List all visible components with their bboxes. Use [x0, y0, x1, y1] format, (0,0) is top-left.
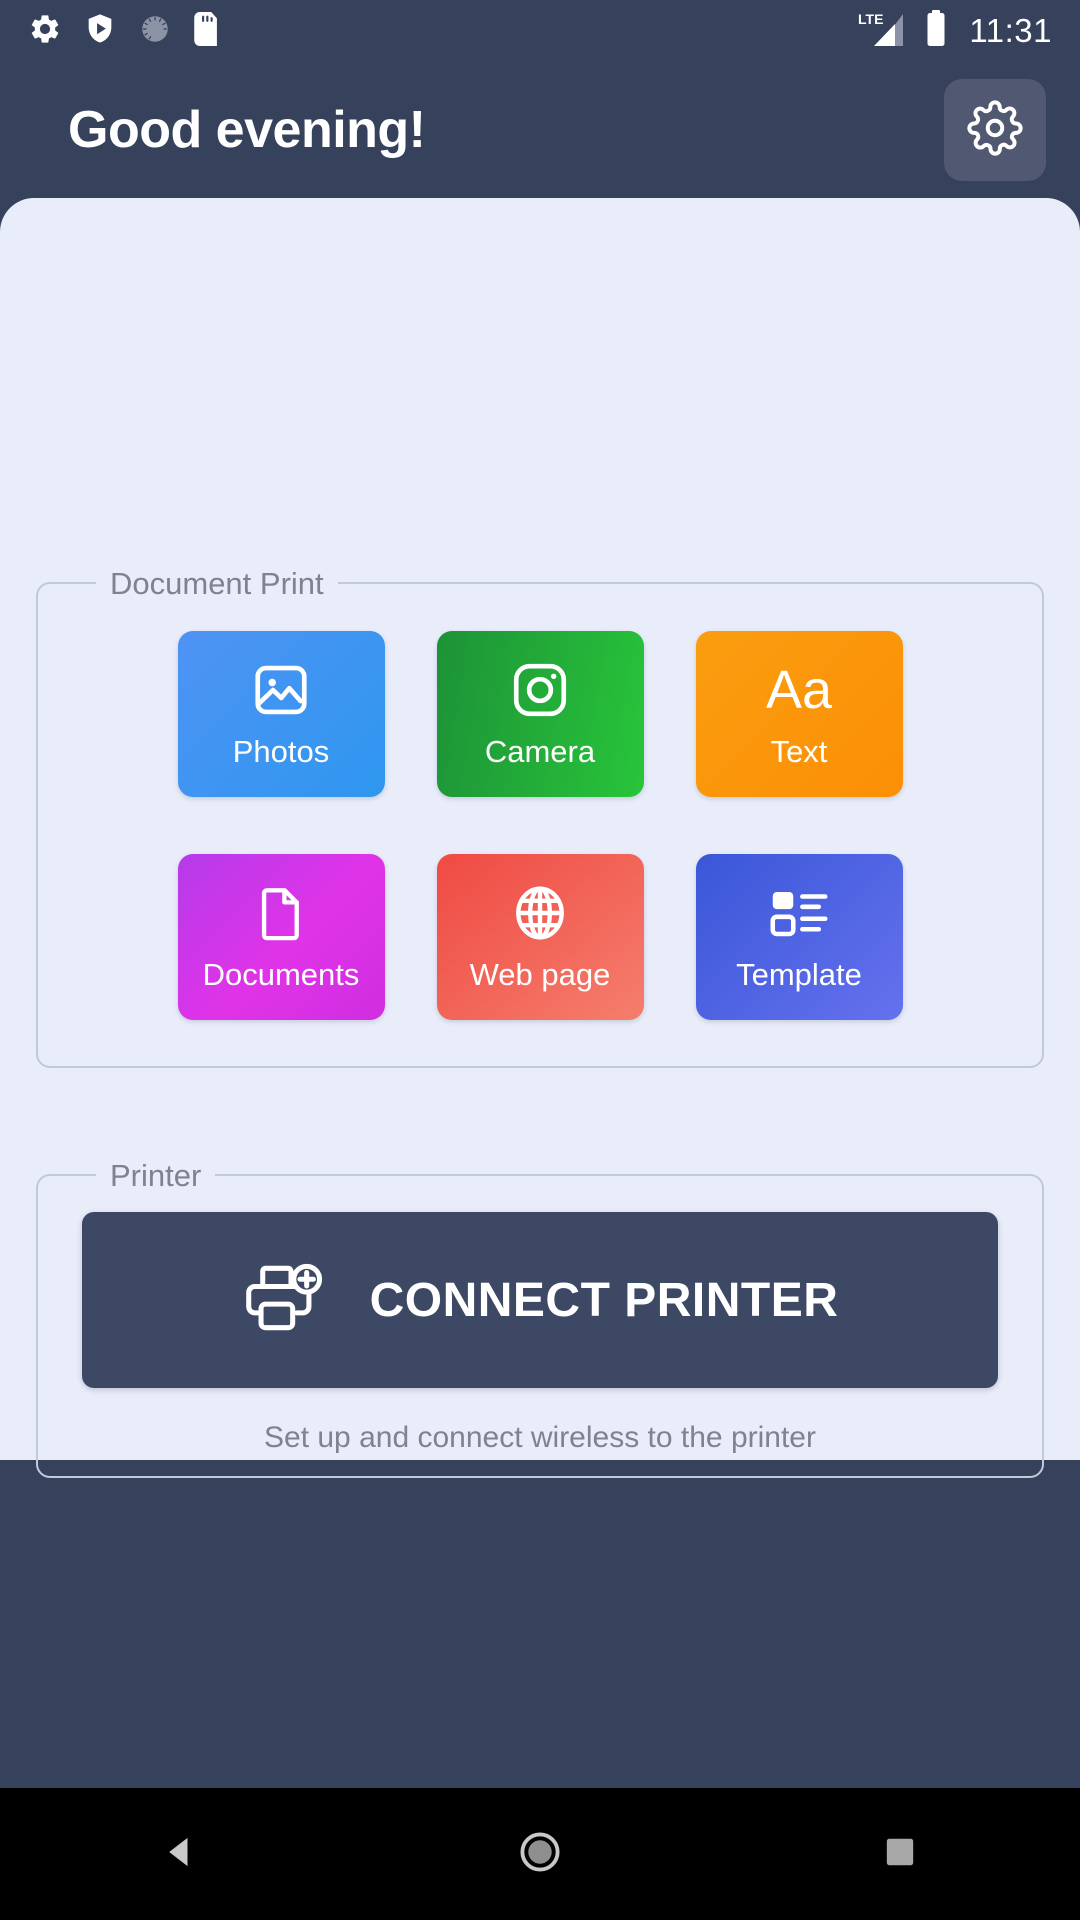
tile-label: Documents: [202, 956, 360, 992]
globe-icon: [509, 882, 571, 944]
nav-home-button[interactable]: [440, 1788, 640, 1920]
home-circle-icon: [518, 1830, 562, 1879]
lte-signal-icon: LTE: [857, 10, 909, 53]
document-icon: [252, 882, 310, 944]
template-icon: [768, 882, 830, 944]
sync-spinner-icon: [138, 12, 172, 51]
settings-gear-icon: [28, 12, 62, 51]
tile-label: Text: [770, 733, 828, 769]
connect-printer-label: CONNECT PRINTER: [369, 1273, 839, 1327]
tile-template[interactable]: Template: [695, 853, 903, 1020]
tile-label: Web page: [469, 956, 611, 992]
aa-glyph: Aa: [765, 659, 833, 720]
back-triangle-icon: [160, 1832, 200, 1877]
play-protect-shield-icon: [84, 12, 116, 51]
status-bar-right-icons: LTE 11:31: [857, 9, 1052, 53]
camera-icon: [509, 659, 571, 721]
document-print-section: Document Print Photos Camera Aa Text Doc…: [36, 565, 1044, 1068]
gear-icon: [967, 99, 1023, 161]
recents-square-icon: [882, 1834, 918, 1875]
aa-text-icon: Aa: [766, 659, 832, 721]
tile-label: Template: [736, 956, 862, 992]
tile-web-page[interactable]: Web page: [436, 853, 644, 1020]
page-title: Good evening!: [68, 101, 426, 159]
printer-section: Printer CONNECT PRINTER Set up and conne…: [36, 1157, 1044, 1478]
tile-text[interactable]: Aa Text: [695, 630, 903, 797]
tile-camera[interactable]: Camera: [436, 630, 644, 797]
printer-legend: Printer: [96, 1157, 216, 1195]
lte-label: LTE: [858, 11, 883, 27]
content-sheet: Document Print Photos Camera Aa Text Doc…: [0, 198, 1080, 1478]
android-nav-bar: [0, 1788, 1080, 1920]
status-bar-clock: 11:31: [969, 12, 1052, 49]
sd-card-icon: [194, 11, 220, 51]
tile-documents[interactable]: Documents: [177, 853, 385, 1020]
document-print-tile-grid: Photos Camera Aa Text Documents Web page…: [38, 584, 1042, 1066]
settings-button[interactable]: [944, 79, 1046, 181]
app-header: Good evening!: [0, 62, 1080, 198]
connect-printer-button[interactable]: CONNECT PRINTER: [82, 1212, 998, 1388]
battery-full-icon: [925, 9, 947, 53]
status-bar-left-icons: [28, 11, 220, 51]
printer-caption: Set up and connect wireless to the print…: [264, 1421, 816, 1454]
tile-photos[interactable]: Photos: [177, 630, 385, 797]
status-bar: LTE 11:31: [0, 0, 1080, 62]
tile-label: Camera: [484, 733, 596, 769]
image-icon: [250, 659, 312, 721]
nav-recents-button[interactable]: [800, 1788, 1000, 1920]
nav-back-button[interactable]: [80, 1788, 280, 1920]
printer-add-icon: [242, 1261, 326, 1340]
tile-label: Photos: [232, 733, 330, 769]
